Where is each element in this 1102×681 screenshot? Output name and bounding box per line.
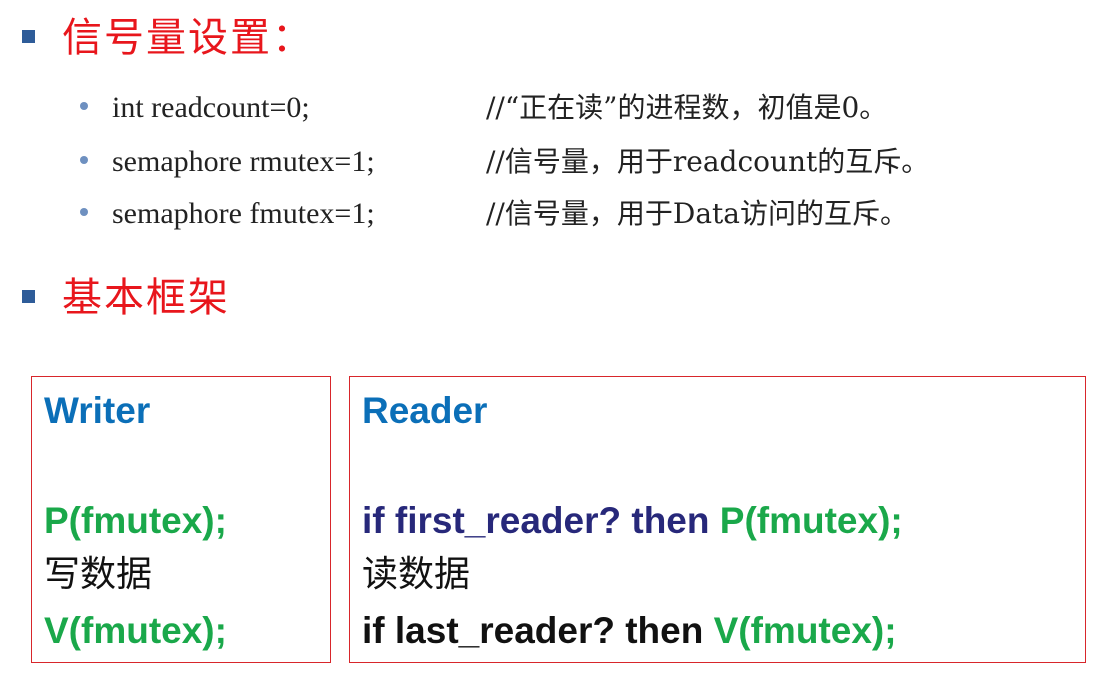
reader-title: Reader	[362, 390, 488, 431]
bullet-dot	[80, 208, 88, 216]
writer-box: Writer P(fmutex); 写数据 V(fmutex);	[31, 376, 331, 663]
bullet-dot	[80, 102, 88, 110]
last-reader-condition: if last_reader? then	[362, 610, 714, 651]
section-bullet-square	[22, 30, 35, 43]
semaphore-heading: 信号量设置：	[62, 15, 314, 61]
semaphore-item-readcount: int readcount=0; //“正在读”的进程数，初值是0。	[80, 88, 1090, 132]
semaphore-code: semaphore fmutex=1;	[112, 197, 375, 230]
semaphore-code: semaphore rmutex=1;	[112, 145, 375, 178]
reader-p-operation: P(fmutex);	[719, 500, 903, 541]
writer-action: 写数据	[44, 554, 153, 595]
section-bullet-square	[22, 290, 35, 303]
semaphore-comment: //信号量，用于Data访问的互斥。	[486, 197, 908, 230]
reader-last-line: if last_reader? then V(fmutex);	[362, 609, 897, 653]
reader-action: 读数据	[362, 554, 471, 595]
writer-p-operation: P(fmutex);	[44, 500, 227, 541]
bullet-dot	[80, 156, 88, 164]
semaphore-code: int readcount=0;	[112, 91, 310, 124]
semaphore-item-rmutex: semaphore rmutex=1; //信号量，用于readcount的互斥…	[80, 142, 1090, 186]
semaphore-comment: //信号量，用于readcount的互斥。	[486, 145, 930, 178]
semaphore-item-fmutex: semaphore fmutex=1; //信号量，用于Data访问的互斥。	[80, 194, 1090, 238]
framework-heading: 基本框架	[62, 275, 230, 321]
first-reader-condition: if first_reader? then	[362, 500, 720, 541]
reader-box: Reader if first_reader? then P(fmutex); …	[349, 376, 1086, 663]
semaphore-comment: //“正在读”的进程数，初值是0。	[486, 91, 888, 124]
reader-v-operation: V(fmutex);	[713, 610, 897, 651]
writer-title: Writer	[44, 390, 151, 431]
reader-first-line: if first_reader? then P(fmutex);	[362, 499, 903, 543]
writer-v-operation: V(fmutex);	[44, 610, 227, 651]
